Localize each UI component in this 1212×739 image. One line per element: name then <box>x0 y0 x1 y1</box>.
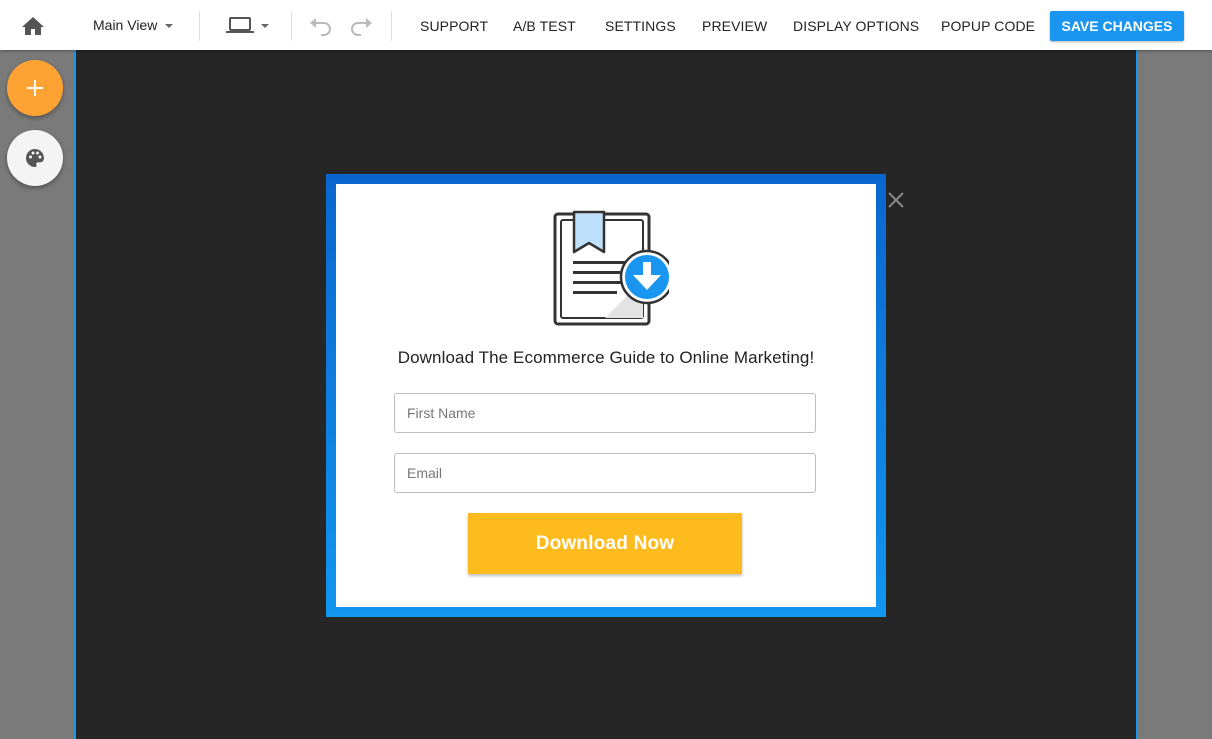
popup-frame: Download The Ecommerce Guide to Online M… <box>326 174 886 617</box>
theme-button[interactable] <box>7 130 63 186</box>
popup-title: Download The Ecommerce Guide to Online M… <box>397 348 815 367</box>
email-input[interactable] <box>394 453 816 493</box>
toolbar-divider <box>291 11 292 41</box>
palette-icon <box>26 149 44 167</box>
close-icon[interactable] <box>886 190 906 210</box>
add-element-button[interactable] <box>7 60 63 116</box>
popup-content: Download The Ecommerce Guide to Online M… <box>336 184 876 607</box>
first-name-input[interactable] <box>394 393 816 433</box>
laptop-icon <box>226 17 254 33</box>
ebook-download-icon <box>545 209 675 327</box>
view-selector-label: Main View <box>93 17 158 33</box>
plus-icon <box>27 80 43 96</box>
support-link[interactable]: SUPPORT <box>420 18 488 34</box>
popup-code-link[interactable]: POPUP CODE <box>941 18 1035 34</box>
download-now-button[interactable]: Download Now <box>468 513 742 574</box>
toolbar-divider <box>391 11 392 41</box>
view-selector[interactable]: Main View <box>93 17 174 33</box>
top-toolbar: Main View SUPPORT A/B TEST SETTINGS PREV… <box>0 0 1212 50</box>
device-selector[interactable] <box>226 15 272 37</box>
chevron-down-icon <box>165 24 174 29</box>
chevron-down-icon <box>261 24 269 28</box>
settings-link[interactable]: SETTINGS <box>605 18 676 34</box>
redo-icon[interactable] <box>349 15 373 37</box>
home-icon[interactable] <box>20 14 46 38</box>
preview-link[interactable]: PREVIEW <box>702 18 767 34</box>
undo-icon[interactable] <box>309 15 333 37</box>
ab-test-link[interactable]: A/B TEST <box>513 18 576 34</box>
save-changes-button[interactable]: SAVE CHANGES <box>1050 11 1184 41</box>
display-options-link[interactable]: DISPLAY OPTIONS <box>793 18 919 34</box>
toolbar-divider <box>199 11 200 41</box>
